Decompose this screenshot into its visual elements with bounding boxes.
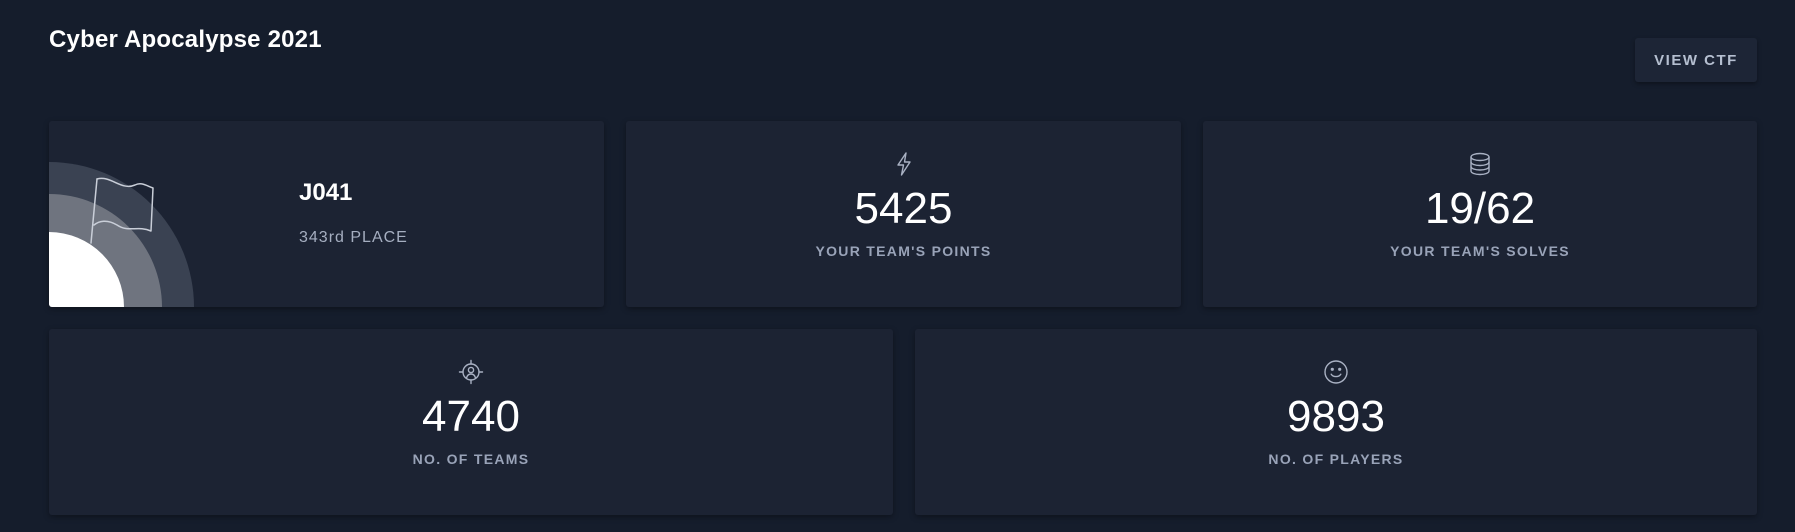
page-title: Cyber Apocalypse 2021 xyxy=(49,26,322,53)
database-icon xyxy=(1470,152,1490,176)
team-solves-value: 19/62 xyxy=(1424,184,1536,233)
team-points-card: 5425 YOUR TEAM'S POINTS xyxy=(626,121,1181,307)
team-place: 343rd PLACE xyxy=(299,229,408,246)
view-ctf-button[interactable]: VIEW CTF xyxy=(1635,38,1757,82)
target-user-icon xyxy=(458,359,484,385)
total-players-label: NO. OF PLAYERS xyxy=(1268,451,1404,467)
smiley-icon xyxy=(1324,360,1348,384)
team-points-value: 5425 xyxy=(854,184,953,233)
team-solves-label: YOUR TEAM'S SOLVES xyxy=(1390,243,1570,259)
total-players-card: 9893 NO. OF PLAYERS xyxy=(915,329,1757,515)
team-points-label: YOUR TEAM'S POINTS xyxy=(815,243,992,259)
total-teams-value: 4740 xyxy=(422,392,520,441)
rank-arcs-graphic xyxy=(49,162,194,307)
total-teams-label: NO. OF TEAMS xyxy=(412,451,530,467)
lightning-icon xyxy=(896,152,911,176)
team-rank-card: J041 343rd PLACE xyxy=(49,121,604,307)
total-teams-card: 4740 NO. OF TEAMS xyxy=(49,329,893,515)
team-name: J041 xyxy=(299,179,353,206)
team-solves-card: 19/62 YOUR TEAM'S SOLVES xyxy=(1203,121,1757,307)
dashboard-page: Cyber Apocalypse 2021 VIEW CTF J041 343r… xyxy=(0,0,1795,532)
total-players-value: 9893 xyxy=(1287,392,1385,441)
